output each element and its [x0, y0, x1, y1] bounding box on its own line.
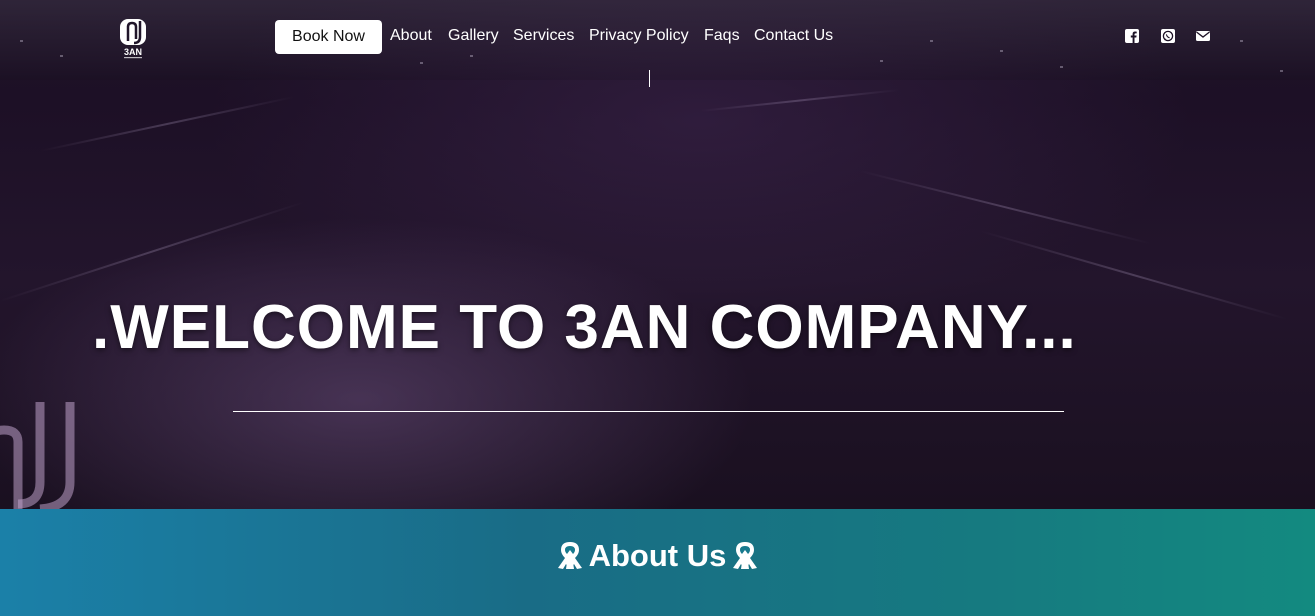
nav-about[interactable]: About: [390, 27, 432, 45]
hero-divider: [233, 411, 1064, 412]
nav-contact-us[interactable]: Contact Us: [754, 27, 833, 45]
site-header: 3AN Book Now About Gallery Services Priv…: [0, 0, 1315, 72]
nav-gallery[interactable]: Gallery: [448, 27, 499, 45]
nav-faqs[interactable]: Faqs: [704, 27, 740, 45]
light-streak: [859, 170, 1152, 245]
light-streak: [699, 89, 900, 112]
nav-privacy-policy[interactable]: Privacy Policy: [589, 27, 689, 45]
facebook-icon[interactable]: [1124, 28, 1140, 44]
light-streak: [0, 201, 305, 302]
logo-watermark: [0, 402, 86, 514]
book-now-button[interactable]: Book Now: [275, 20, 382, 54]
logo-wordmark: 3AN: [124, 47, 142, 57]
ribbon-icon: [730, 538, 760, 572]
envelope-icon[interactable]: [1195, 28, 1211, 44]
hero-title: .WELCOME TO 3AN COMPANY...: [92, 293, 1077, 362]
light-streak: [39, 95, 295, 152]
about-heading: About Us: [0, 538, 1315, 574]
cursor-divider: [649, 70, 650, 87]
about-heading-text: About Us: [588, 538, 727, 573]
whatsapp-icon[interactable]: [1160, 28, 1176, 44]
hero-background: [0, 0, 1315, 509]
nav-services[interactable]: Services: [513, 27, 574, 45]
ribbon-icon: [555, 538, 585, 572]
company-logo[interactable]: 3AN: [118, 17, 152, 61]
